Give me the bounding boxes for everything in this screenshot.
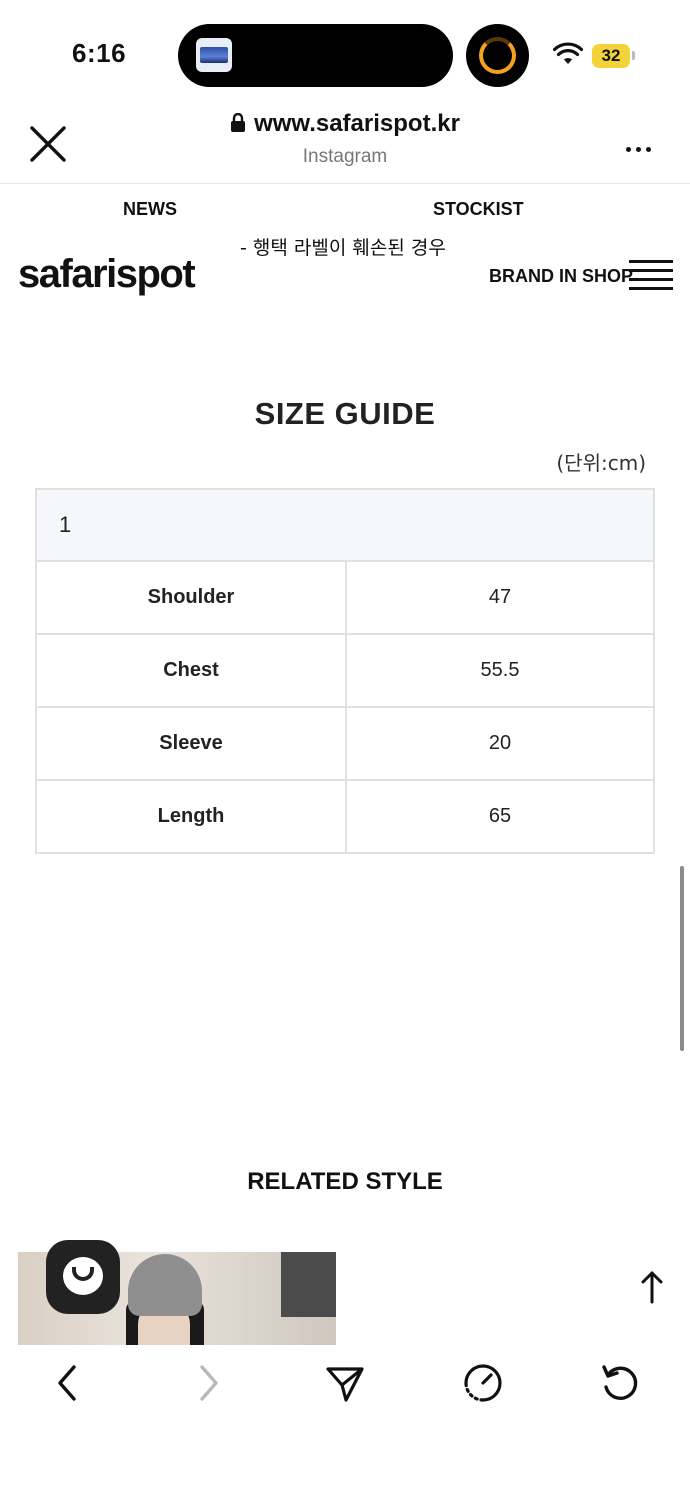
table-row: Sleeve 20 [35,706,655,781]
related-style-title: RELATED STYLE [247,1168,443,1195]
table-row: Chest 55.5 [35,633,655,708]
lock-icon [231,113,246,132]
back-arrow-icon[interactable] [48,1363,88,1403]
timer-ring-icon[interactable] [466,24,529,87]
size-unit: (단위:cm) [556,451,646,475]
more-icon[interactable] [626,139,658,152]
url-source: Instagram [302,146,388,167]
table-row: Length 65 [35,779,655,854]
chat-bubble-icon[interactable] [46,1240,120,1314]
app-thumbnail-icon [196,38,232,72]
size-value: 47 [345,560,655,635]
site-logo[interactable]: safarispot [18,252,196,297]
nav-stockist-link[interactable]: STOCKIST [433,199,524,220]
size-label: Sleeve [35,706,347,781]
size-label: Chest [35,633,347,708]
notice-text: - 행택 라벨이 훼손된 경우 [240,237,446,259]
brand-in-shop-link[interactable]: BRAND IN SHOP [489,266,633,287]
battery-icon: 32 [592,44,630,68]
size-label: Length [35,779,347,854]
size-table-header-row: 1 [35,488,655,562]
scroll-indicator[interactable] [680,866,684,1051]
dynamic-island[interactable] [178,24,453,87]
size-value: 20 [345,706,655,781]
scroll-to-top-arrow-icon[interactable] [640,1270,664,1304]
url-bar[interactable]: www.safarispot.kr [0,110,690,138]
header-divider [0,183,690,184]
share-icon[interactable] [325,1363,365,1403]
speed-dial-icon[interactable] [463,1363,503,1403]
hamburger-menu-icon[interactable] [629,260,673,292]
size-guide-title: SIZE GUIDE [254,396,436,431]
url-text: www.safarispot.kr [254,110,460,137]
table-row: Shoulder 47 [35,560,655,635]
size-table: 1 Shoulder 47 Chest 55.5 Sleeve 20 Lengt… [35,488,655,854]
nav-news-link[interactable]: NEWS [123,199,177,220]
size-table-header: 1 [35,488,655,562]
wifi-icon [553,42,583,64]
size-value: 65 [345,779,655,854]
battery-tip [632,51,635,60]
size-label: Shoulder [35,560,347,635]
forward-arrow-icon[interactable] [188,1363,228,1403]
reload-icon[interactable] [600,1363,640,1403]
status-time: 6:16 [72,38,127,68]
size-value: 55.5 [345,633,655,708]
